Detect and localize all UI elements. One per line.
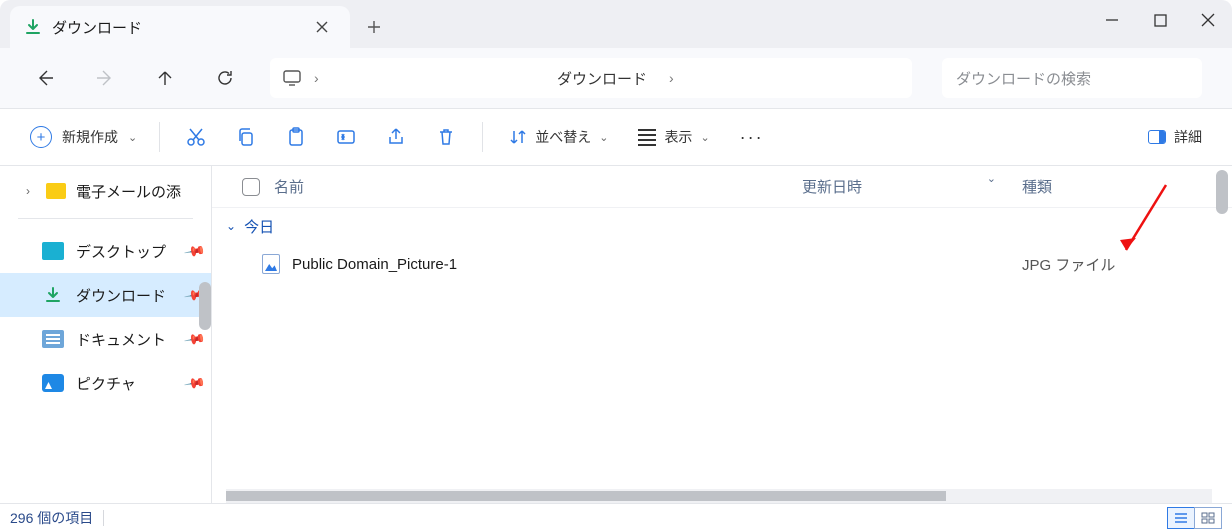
chevron-down-icon: ⌄ (700, 131, 709, 144)
file-type: JPG ファイル (1022, 254, 1182, 275)
column-type[interactable]: 種類 (1022, 176, 1162, 197)
horizontal-scrollbar[interactable] (226, 489, 1212, 503)
minimize-button[interactable] (1088, 0, 1136, 40)
column-label: 種類 (1022, 179, 1052, 196)
new-label: 新規作成 (62, 127, 118, 147)
download-icon (24, 18, 42, 36)
sidebar-item-label: ドキュメント (76, 329, 166, 350)
sidebar-item-documents[interactable]: ドキュメント 📌 (0, 317, 211, 361)
chevron-down-icon: ⌄ (128, 131, 137, 144)
column-headers: 名前 更新日時 種類 ⌄ (212, 166, 1232, 208)
sort-label: 並べ替え (535, 127, 591, 147)
tab-title: ダウンロード (52, 17, 298, 38)
chevron-right-icon[interactable]: › (669, 70, 674, 86)
breadcrumb-current[interactable]: ダウンロード (557, 68, 647, 89)
tree-item-email-attachments[interactable]: › 電子メールの添 (0, 172, 211, 210)
select-all-checkbox[interactable] (242, 178, 260, 196)
sidebar-item-downloads[interactable]: ダウンロード 📌 (0, 273, 211, 317)
details-view-toggle[interactable] (1167, 507, 1195, 529)
separator (482, 122, 483, 152)
separator (103, 510, 104, 526)
rename-button[interactable] (326, 118, 366, 156)
back-button[interactable] (30, 63, 60, 93)
paste-button[interactable] (276, 118, 316, 156)
pin-icon[interactable]: 📌 (182, 371, 206, 395)
up-button[interactable] (150, 63, 180, 93)
group-today[interactable]: ⌄ 今日 (212, 208, 1232, 244)
plus-circle-icon: + (30, 126, 52, 148)
cut-button[interactable] (176, 118, 216, 156)
sort-icon (509, 128, 527, 146)
pin-icon[interactable]: 📌 (182, 327, 206, 351)
refresh-button[interactable] (210, 63, 240, 93)
toolbar: + 新規作成 ⌄ 並べ替え ⌄ 表示 ⌄ ··· 詳細 (0, 108, 1232, 166)
tab-downloads[interactable]: ダウンロード (10, 6, 350, 48)
file-row[interactable]: Public Domain_Picture-1 JPG ファイル (212, 244, 1232, 284)
sidebar-scrollbar[interactable] (199, 282, 211, 330)
group-label: 今日 (244, 216, 274, 237)
breadcrumb-bar[interactable]: › ダウンロード › (270, 58, 912, 98)
file-list: 名前 更新日時 種類 ⌄ ⌄ 今日 Public Domain_Picture-… (212, 166, 1232, 503)
more-button[interactable]: ··· (730, 118, 774, 156)
chevron-right-icon: › (314, 70, 319, 86)
maximize-button[interactable] (1136, 0, 1184, 40)
sidebar-item-desktop[interactable]: デスクトップ 📌 (0, 229, 211, 273)
main-area: › 電子メールの添 デスクトップ 📌 ダウンロード 📌 ドキュメント 📌 ピクチ… (0, 166, 1232, 503)
column-label: 更新日時 (802, 179, 862, 196)
picture-icon (42, 374, 64, 392)
view-label: 表示 (664, 127, 692, 147)
close-tab-button[interactable] (308, 13, 336, 41)
close-window-button[interactable] (1184, 0, 1232, 40)
separator (159, 122, 160, 152)
thumbnails-view-toggle[interactable] (1194, 507, 1222, 529)
search-placeholder: ダウンロードの検索 (956, 68, 1091, 89)
chevron-down-icon: ⌄ (226, 219, 236, 233)
chevron-right-icon[interactable]: › (20, 184, 36, 198)
list-icon (638, 129, 656, 146)
details-pane-icon (1148, 130, 1166, 144)
sidebar-item-label: ダウンロード (76, 285, 166, 306)
sidebar: › 電子メールの添 デスクトップ 📌 ダウンロード 📌 ドキュメント 📌 ピクチ… (0, 166, 212, 503)
delete-button[interactable] (426, 118, 466, 156)
monitor-icon (282, 69, 302, 87)
sort-button[interactable]: 並べ替え ⌄ (499, 118, 618, 156)
document-icon (42, 330, 64, 348)
chevron-down-icon[interactable]: ⌄ (987, 172, 996, 185)
titlebar: ダウンロード (0, 0, 1232, 48)
sidebar-item-label: ピクチャ (76, 373, 136, 394)
image-file-icon (262, 254, 280, 274)
desktop-icon (42, 242, 64, 260)
copy-button[interactable] (226, 118, 266, 156)
address-bar: › ダウンロード › ダウンロードの検索 (0, 48, 1232, 108)
column-name[interactable]: 名前 (242, 176, 802, 197)
vertical-scrollbar[interactable] (1216, 170, 1228, 214)
column-label: 名前 (274, 176, 304, 197)
forward-button[interactable] (90, 63, 120, 93)
download-icon (42, 286, 64, 304)
chevron-down-icon: ⌄ (599, 131, 608, 144)
separator (18, 218, 193, 219)
scrollbar-thumb[interactable] (226, 491, 946, 501)
pin-icon[interactable]: 📌 (182, 239, 206, 263)
new-tab-button[interactable] (350, 6, 398, 48)
share-button[interactable] (376, 118, 416, 156)
search-input[interactable]: ダウンロードの検索 (942, 58, 1202, 98)
sidebar-item-pictures[interactable]: ピクチャ 📌 (0, 361, 211, 405)
folder-icon (46, 183, 66, 199)
item-count: 296 個の項目 (10, 508, 93, 528)
tree-label: 電子メールの添 (76, 181, 181, 202)
sidebar-item-label: デスクトップ (76, 241, 166, 262)
details-pane-button[interactable]: 詳細 (1138, 118, 1212, 156)
view-button[interactable]: 表示 ⌄ (628, 118, 719, 156)
details-label: 詳細 (1174, 127, 1202, 147)
file-name: Public Domain_Picture-1 (292, 256, 457, 273)
status-bar: 296 個の項目 (0, 503, 1232, 531)
new-button[interactable]: + 新規作成 ⌄ (20, 118, 143, 156)
